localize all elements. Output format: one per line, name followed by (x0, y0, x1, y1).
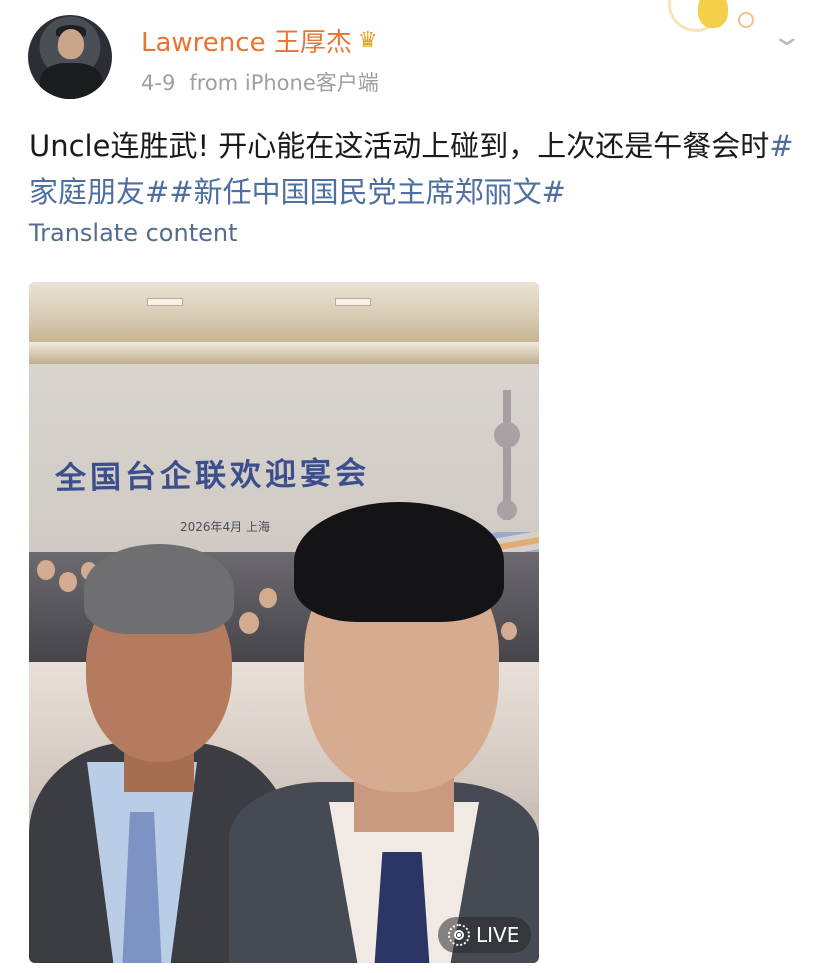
translate-content-link[interactable]: Translate content (29, 219, 238, 247)
banner-subtitle: 2026年4月 上海 (180, 520, 270, 534)
username[interactable]: Lawrence 王厚杰 ♛ (141, 22, 378, 59)
person-left-hair (84, 544, 234, 634)
tower-sphere (494, 422, 520, 448)
person-right-hair (294, 502, 504, 622)
live-photo-badge[interactable]: LIVE (438, 917, 532, 953)
tower-sphere-lower (497, 500, 517, 520)
banner-title: 全国台企联欢迎宴会 (54, 455, 371, 497)
ceiling-beam (29, 342, 539, 364)
post-date: 4-9 (141, 71, 176, 95)
hashtag-kmt-chair[interactable]: #新任中国国民党主席郑丽文# (169, 175, 566, 209)
post-text: Uncle连胜武! 开心能在这活动上碰到，上次还是午餐会时#家庭朋友##新任中国… (29, 123, 799, 215)
pikachu-sticker-icon (668, 0, 754, 34)
ceiling (29, 282, 539, 342)
chevron-down-icon[interactable]: ⌄ (771, 22, 804, 52)
live-photo-icon (448, 924, 470, 946)
avatar[interactable] (28, 15, 112, 99)
live-label: LIVE (476, 923, 520, 947)
post-meta: 4-9 from iPhone客户端 (141, 67, 379, 97)
username-text[interactable]: Lawrence 王厚杰 (141, 22, 352, 59)
crown-icon: ♛ (357, 28, 378, 53)
post-body: Uncle连胜武! 开心能在这活动上碰到，上次还是午餐会时 (29, 129, 770, 163)
post-photo[interactable]: 全国台企联欢迎宴会 2026年4月 上海 LIVE (29, 282, 539, 963)
person-right-tie (374, 852, 430, 963)
post-source: from iPhone客户端 (189, 71, 379, 95)
